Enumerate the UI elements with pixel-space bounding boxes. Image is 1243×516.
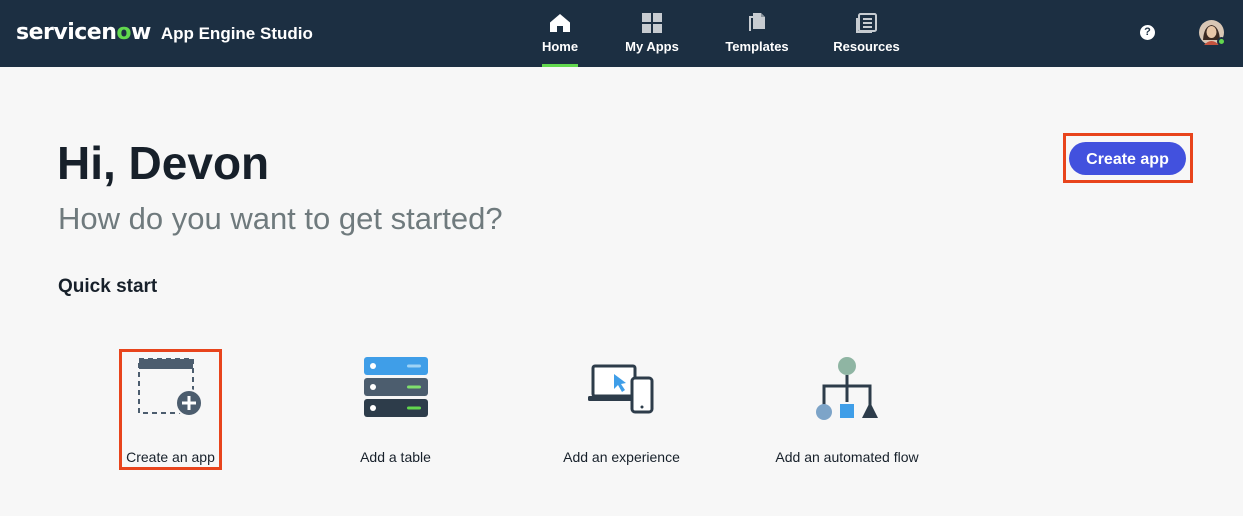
create-app-button[interactable]: Create app [1069, 142, 1186, 175]
nav-templates[interactable]: Templates [725, 0, 789, 67]
nav-resources[interactable]: Resources [833, 0, 900, 67]
table-icon [364, 357, 428, 417]
top-navigation-bar: servicenow App Engine Studio Home My App… [0, 0, 1243, 67]
servicenow-logo: servicenow [16, 20, 151, 45]
quick-start-add-table[interactable]: Add a table [345, 352, 446, 468]
nav-templates-label: Templates [725, 39, 789, 54]
nav-home-label: Home [541, 39, 579, 54]
resources-icon [855, 13, 877, 33]
quick-start-add-experience[interactable]: Add an experience [558, 352, 685, 468]
flow-icon [816, 357, 878, 420]
quick-start-add-flow[interactable]: Add an automated flow [769, 352, 925, 468]
nav-home[interactable]: Home [542, 0, 578, 67]
quick-start-add-table-label: Add a table [360, 449, 431, 465]
product-name: App Engine Studio [160, 24, 313, 43]
nav-resources-label: Resources [833, 39, 900, 54]
nav-my-apps-label: My Apps [625, 39, 679, 54]
grid-icon [642, 13, 662, 33]
greeting-heading: Hi, Devon [57, 137, 270, 189]
quick-start-heading: Quick start [58, 276, 158, 297]
quick-start-add-flow-label: Add an automated flow [775, 449, 919, 465]
help-button[interactable]: ? [1140, 25, 1155, 40]
page-subtitle: How do you want to get started? [58, 201, 503, 236]
devices-icon [588, 364, 654, 414]
user-avatar[interactable] [1199, 20, 1226, 46]
brand[interactable]: servicenow App Engine Studio [16, 20, 313, 45]
create-an-app-highlight [119, 349, 222, 470]
nav-my-apps[interactable]: My Apps [625, 0, 679, 67]
templates-icon [749, 13, 765, 31]
home-icon [550, 14, 570, 32]
quick-start-add-experience-label: Add an experience [563, 449, 680, 465]
online-status-indicator [1217, 37, 1226, 46]
